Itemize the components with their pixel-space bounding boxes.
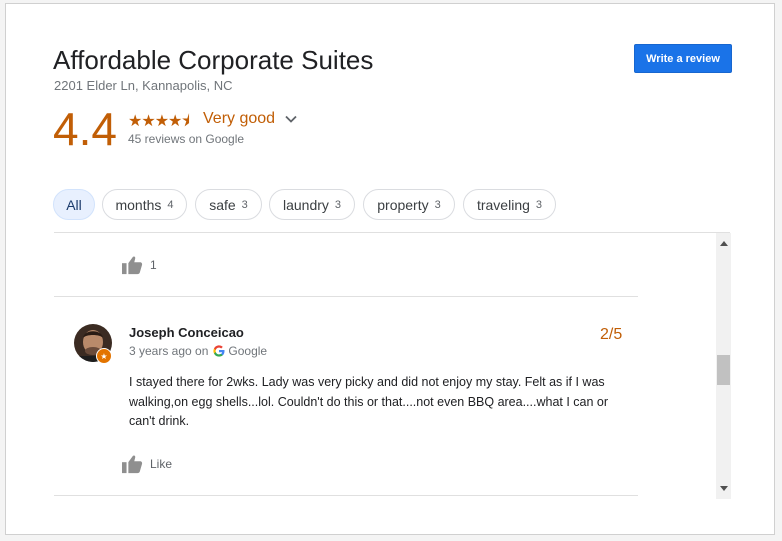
thumbs-up-icon <box>122 256 143 275</box>
chip-count: 3 <box>241 198 248 211</box>
scroll-down-arrow-icon[interactable] <box>716 482 731 496</box>
chip-label: safe <box>209 196 236 213</box>
scrollbar-thumb[interactable] <box>717 355 730 385</box>
review-list-scrollbar[interactable] <box>716 233 731 499</box>
local-guide-star-icon: ★ <box>96 348 112 364</box>
review-meta: 3 years ago on Google <box>129 344 267 358</box>
review-list[interactable]: 1 ★ Joseph Conceicao 3 years ago on Goog <box>54 233 714 499</box>
chip-count: 3 <box>535 198 543 211</box>
review-time: 3 years ago on <box>129 344 209 358</box>
review-divider <box>54 296 638 297</box>
like-button[interactable]: Like <box>121 454 172 474</box>
place-title: Affordable Corporate Suites <box>53 45 374 75</box>
reviews-count: 45 reviews on Google <box>128 132 245 146</box>
rating-value: 4.4 <box>53 103 117 155</box>
chip-label: months <box>115 196 162 213</box>
like-label: Like <box>150 457 173 471</box>
like-count: 1 <box>150 258 157 272</box>
place-address: 2201 Elder Ln, Kannapolis, NC <box>54 78 233 93</box>
google-g-icon <box>213 345 225 357</box>
review-divider <box>54 495 638 496</box>
filter-chip-months[interactable]: months 4 <box>102 189 187 220</box>
rating-label[interactable]: Very good <box>203 110 275 128</box>
reviewer-name[interactable]: Joseph Conceicao <box>129 325 244 340</box>
chip-count: 3 <box>334 198 342 211</box>
chip-label: laundry <box>282 196 329 213</box>
filter-chip-traveling[interactable]: traveling 3 <box>463 189 556 220</box>
scroll-up-arrow-icon[interactable] <box>716 236 731 250</box>
chip-count: 3 <box>434 198 441 211</box>
write-review-button[interactable]: Write a review <box>634 44 732 73</box>
reviews-dialog: Affordable Corporate Suites 2201 Elder L… <box>5 3 775 535</box>
chevron-down-icon[interactable] <box>284 112 298 126</box>
filter-chip-all[interactable]: All <box>53 189 95 220</box>
filter-chip-property[interactable]: property 3 <box>363 189 455 220</box>
filter-chip-laundry[interactable]: laundry 3 <box>269 189 355 220</box>
filter-chip-safe[interactable]: safe 3 <box>195 189 262 220</box>
thumbs-up-icon <box>122 455 143 474</box>
like-button[interactable]: 1 <box>121 255 157 275</box>
chip-label: property <box>377 196 429 213</box>
chip-label: All <box>66 196 82 213</box>
review-score: 2/5 <box>600 326 623 343</box>
review-text: I stayed there for 2wks. Lady was very p… <box>129 375 609 428</box>
chip-count: 4 <box>167 198 174 211</box>
review-source: Google <box>228 344 268 358</box>
chip-label: traveling <box>476 196 530 213</box>
